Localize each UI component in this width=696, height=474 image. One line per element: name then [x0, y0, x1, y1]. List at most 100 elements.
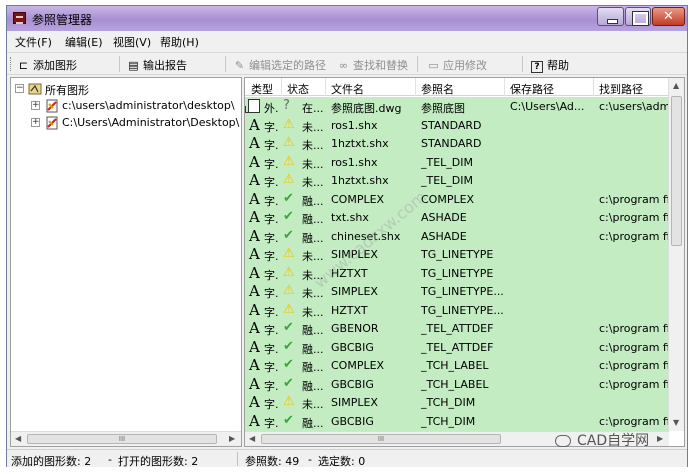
tree-root[interactable]: − 所有图形: [11, 81, 241, 97]
toolbar-separator: [522, 56, 523, 72]
row-type: 字.: [264, 250, 279, 263]
row-refname: _TCH_DIM: [421, 396, 476, 409]
app-icon: [13, 12, 26, 24]
find-replace-button[interactable]: ∞ 查找和替换: [337, 57, 408, 73]
help-button[interactable]: ? 帮助: [531, 57, 569, 73]
scroll-thumb[interactable]: III: [27, 434, 217, 444]
font-icon: A: [249, 337, 260, 356]
list-body[interactable]: 外.? 在... 参照底图.dwg 参照底图 C:\Users\Ad... c:\user…: [245, 97, 669, 431]
table-row[interactable]: A 字. ⚠ 未... SIMPLEX TG_LINETYPE: [245, 245, 669, 264]
row-status: 融...: [302, 231, 324, 245]
collapse-toggle[interactable]: −: [15, 84, 24, 93]
row-filename: GBCBIG: [331, 414, 374, 428]
table-row[interactable]: A 字. ⚠ 未... 1hztxt.shx STANDARD: [245, 134, 669, 153]
scroll-right-arrow[interactable]: ▶: [229, 434, 235, 443]
column-save-path[interactable]: 保存路径: [510, 81, 554, 97]
check-icon: ✔: [283, 357, 294, 372]
selected-count: 选定数: 0: [318, 455, 366, 468]
row-refname: STANDARD: [421, 118, 482, 132]
row-refname: _TCH_LABEL: [421, 359, 489, 372]
table-row[interactable]: A 字. ⚠ 未... HZTXT TG_LINETYPE...: [245, 301, 669, 320]
toolbar: ⊏ 添加图形 ▤ 输出报告 ✎ 编辑选定的路径 ∞ 查找和替换 ▭ 应用修改 ? 帮助: [7, 52, 687, 75]
row-type: 字.: [264, 416, 279, 430]
row-found-path: c:\program file: [599, 340, 669, 354]
check-icon: ✔: [283, 209, 294, 224]
check-icon: ✔: [283, 190, 294, 206]
edit-selected-path-button[interactable]: ✎ 编辑选定的路径: [233, 57, 326, 73]
row-refname: _TCH_DIM: [421, 414, 476, 428]
table-row[interactable]: A 字. ⚠ 未... HZTXT TG_LINETYPE: [245, 264, 669, 283]
warning-icon: ⚠: [283, 135, 295, 150]
row-refname: TG_LINETYPE: [421, 248, 494, 261]
tree-item[interactable]: + C:\Users\Administrator\Desktop\: [11, 115, 241, 131]
expand-toggle[interactable]: +: [31, 101, 40, 110]
row-type: 外.: [264, 102, 279, 115]
check-icon: ✔: [283, 375, 294, 391]
tree-horizontal-scrollbar[interactable]: ◀ III ▶: [11, 431, 241, 446]
status-bar: 添加的图形数: 2 - 打开的图形数: 2 参照数: 49 - 选定数: 0: [7, 449, 687, 468]
menu-help[interactable]: 帮助(H): [160, 34, 199, 50]
close-button[interactable]: [652, 7, 685, 26]
table-row[interactable]: A 字. ⚠ 未... ros1.shx _TEL_DIM: [245, 153, 669, 172]
column-type[interactable]: 类型: [251, 81, 273, 97]
scroll-down-arrow[interactable]: ▼: [673, 418, 679, 427]
row-found-path: c:\users\admir: [599, 100, 669, 113]
font-icon: A: [249, 226, 260, 245]
check-icon: ✔: [283, 320, 294, 335]
table-row[interactable]: A 字. ✔ 融... GBCBIG _TEL_ATTDEF c:\program file: [245, 338, 669, 357]
column-status[interactable]: 状态: [287, 81, 309, 97]
column-found-path[interactable]: 找到路径: [599, 81, 643, 97]
column-filename[interactable]: 文件名: [331, 81, 364, 97]
row-status: 融...: [302, 324, 324, 337]
row-found-path: c:\program file: [599, 377, 669, 391]
row-type: 字.: [264, 361, 279, 374]
apply-changes-button[interactable]: ▭ 应用修改: [427, 57, 487, 73]
scroll-right-arrow[interactable]: ▶: [657, 434, 663, 443]
table-row[interactable]: A 字. ✔ 融... GBCBIG _TCH_DIM c:\program file: [245, 412, 669, 431]
table-row[interactable]: A 字. ⚠ 未... 1hztxt.shx _TEL_DIM: [245, 171, 669, 190]
table-row[interactable]: A 字. ⚠ 未... SIMPLEX _TCH_DIM: [245, 393, 669, 412]
row-found-path: c:\program file: [599, 211, 669, 224]
table-row[interactable]: A字.✔融...txt.shxASHADEc:\program file: [245, 208, 669, 227]
drawing-tree[interactable]: − 所有图形 + c:\users\administrator\desktop\…: [10, 77, 242, 447]
row-status: 未...: [302, 398, 324, 411]
scroll-thumb[interactable]: [671, 96, 682, 246]
edit-path-icon: ✎: [234, 59, 245, 72]
scroll-left-arrow[interactable]: ◀: [249, 434, 255, 443]
table-row[interactable]: A字.✔融...COMPLEXCOMPLEXc:\program file: [245, 190, 669, 209]
toolbar-grip[interactable]: [10, 57, 12, 71]
row-status: 融...: [302, 379, 324, 393]
menu-file[interactable]: 文件(F): [15, 34, 52, 50]
list-vertical-scrollbar[interactable]: ▲ ▼: [668, 78, 684, 431]
table-row[interactable]: A 字. ⚠ 未... ros1.shx STANDARD: [245, 116, 669, 135]
title-bar[interactable]: 参照管理器: [7, 6, 687, 31]
table-row[interactable]: A 字. ✔ 融... GBENOR _TEL_ATTDEF c:\program file: [245, 319, 669, 338]
column-refname[interactable]: 参照名: [421, 81, 454, 97]
menu-bar: 文件(F) 编辑(E) 视图(V) 帮助(H): [7, 31, 687, 51]
table-row[interactable]: A 字. ✔ 融... GBCBIG _TCH_LABEL c:\program file: [245, 375, 669, 394]
row-filename: 参照底图.dwg: [331, 102, 402, 115]
table-row[interactable]: A 字. ✔ 融... COMPLEX _TCH_LABEL c:\program file: [245, 356, 669, 375]
row-refname: _TEL_ATTDEF: [421, 322, 494, 335]
minimize-button[interactable]: [597, 7, 624, 26]
maximize-button[interactable]: [625, 7, 651, 26]
row-type: 字.: [264, 231, 279, 245]
expand-toggle[interactable]: +: [31, 118, 40, 127]
scroll-left-arrow[interactable]: ◀: [15, 434, 21, 443]
tree-item[interactable]: + c:\users\administrator\desktop\: [11, 98, 241, 114]
scroll-thumb[interactable]: III: [261, 434, 501, 444]
row-save-path: C:\Users\Ad...: [510, 100, 585, 113]
status-separator: -: [308, 453, 312, 466]
menu-edit[interactable]: 编辑(E): [65, 34, 103, 50]
output-report-button[interactable]: ▤ 输出报告: [127, 57, 187, 73]
table-row[interactable]: 外.? 在... 参照底图.dwg 参照底图 C:\Users\Ad... c:\user…: [245, 97, 669, 116]
table-row[interactable]: A 字. ⚠ 未... SIMPLEX TG_LINETYPE...: [245, 282, 669, 301]
warning-icon: ⚠: [283, 283, 295, 298]
reference-list[interactable]: 类型 状态 文件名 参照名 保存路径 找到路径 外.? 在... 参照底图.dwg 参…: [244, 77, 685, 447]
menu-view[interactable]: 视图(V): [113, 34, 151, 50]
row-filename: COMPLEX: [331, 359, 385, 372]
scroll-up-arrow[interactable]: ▲: [673, 81, 679, 90]
font-icon: A: [249, 393, 260, 411]
add-drawing-button[interactable]: ⊏ 添加图形: [17, 57, 77, 73]
table-row[interactable]: A字.✔融...chineset.shxASHADEc:\program fil…: [245, 227, 669, 246]
